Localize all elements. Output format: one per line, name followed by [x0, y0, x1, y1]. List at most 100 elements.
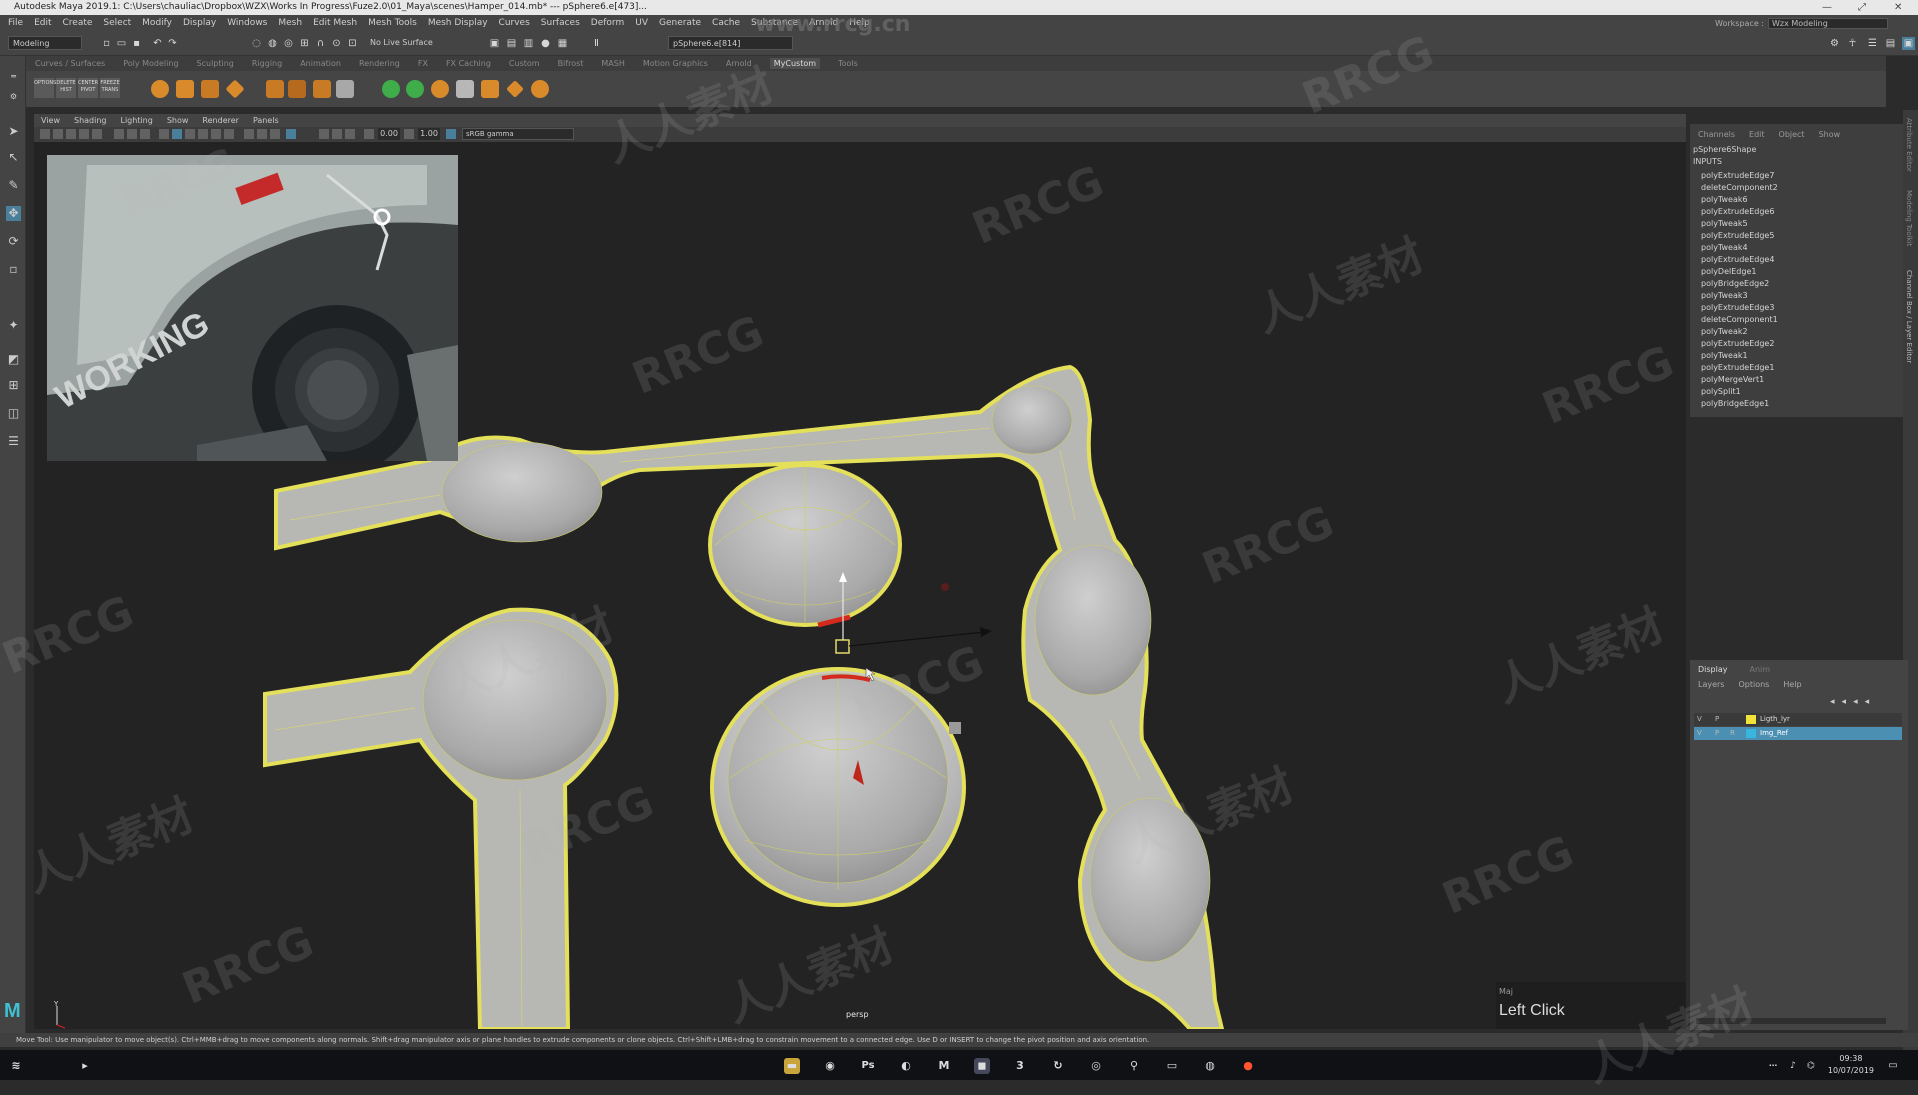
select-by-component-icon[interactable]: ◎	[282, 37, 295, 50]
layer-row[interactable]: V P R Img_Ref	[1694, 727, 1902, 740]
tray-overflow-icon[interactable]: ⋯	[1768, 1058, 1778, 1074]
save-scene-icon[interactable]: ▪	[130, 37, 143, 50]
redo-icon[interactable]: ↷	[166, 37, 179, 50]
collapse-icon[interactable]: ═	[6, 69, 21, 84]
history-node[interactable]: polyExtrudeEdge1	[1701, 362, 1778, 374]
gamma-field[interactable]: 1.00	[418, 128, 440, 140]
volume-icon[interactable]: ♪	[1788, 1058, 1798, 1074]
notification-icon[interactable]: ▭	[1886, 1058, 1900, 1074]
layers-menu[interactable]: Layers	[1698, 680, 1724, 689]
file-explorer-icon[interactable]: ▬	[784, 1058, 800, 1074]
shelf-tab-mycustom[interactable]: MyCustom	[769, 58, 821, 69]
3dsmax-icon[interactable]: 3	[1012, 1058, 1028, 1074]
four-view-icon[interactable]: ⊞	[6, 378, 21, 393]
poly-cube-icon[interactable]	[176, 80, 194, 98]
layer-color-swatch[interactable]	[1746, 715, 1756, 724]
move-layer-up-icon[interactable]: ◂	[1830, 697, 1835, 707]
motion-blur-icon[interactable]	[332, 129, 342, 139]
panel-menu-lighting[interactable]: Lighting	[120, 116, 152, 125]
workspace-selector[interactable]: Workspace : Wzx Modeling	[1715, 18, 1888, 29]
smooth-shade-icon[interactable]	[172, 129, 182, 139]
left-arm-mesh[interactable]	[263, 607, 619, 1029]
backface-culling-icon[interactable]	[286, 129, 296, 139]
substance-icon[interactable]: ◐	[898, 1058, 914, 1074]
menu-surfaces[interactable]: Surfaces	[541, 18, 580, 28]
xray-joints-icon[interactable]	[257, 129, 267, 139]
playback-toggle[interactable]: P	[1715, 713, 1719, 726]
options-menu[interactable]: Options	[1738, 680, 1769, 689]
bookmarks-icon[interactable]	[66, 129, 76, 139]
panel-menu-shading[interactable]: Shading	[74, 116, 107, 125]
move-layer-down-icon[interactable]: ◂	[1842, 697, 1847, 707]
inputs-header[interactable]: INPUTS	[1693, 157, 1722, 166]
close-button[interactable]: ✕	[1894, 0, 1902, 15]
reference-toggle[interactable]: R	[1730, 727, 1735, 740]
history-node[interactable]: polyExtrudeEdge6	[1701, 206, 1778, 218]
panel-menu-view[interactable]: View	[41, 116, 60, 125]
history-node[interactable]: deleteComponent1	[1701, 314, 1778, 326]
rotate-tool-icon[interactable]: ⟳	[6, 234, 21, 249]
menu-uv[interactable]: UV	[635, 18, 648, 28]
recording-icon[interactable]: ●	[1240, 1058, 1256, 1074]
search-app-icon[interactable]: ◍	[1202, 1058, 1218, 1074]
history-node[interactable]: polyTweak5	[1701, 218, 1778, 230]
lower-cup-mesh[interactable]	[710, 667, 966, 907]
shelf-tab-mash[interactable]: MASH	[601, 59, 624, 68]
marmoset-icon[interactable]: ↻	[1050, 1058, 1066, 1074]
menu-display[interactable]: Display	[183, 18, 216, 28]
obs-icon[interactable]: ◎	[1088, 1058, 1104, 1074]
bevel-icon[interactable]	[313, 80, 331, 98]
system-clock[interactable]: 09:38 10/07/2019	[1828, 1053, 1874, 1077]
freeze-transform-button[interactable]: FREEZE TRANS	[100, 78, 120, 98]
select-by-hierarchy-icon[interactable]: ◌	[250, 37, 263, 50]
color-space-dropdown[interactable]: sRGB gamma	[462, 128, 574, 140]
new-layer-selected-icon[interactable]: ◂	[1865, 697, 1870, 707]
menu-generate[interactable]: Generate	[659, 18, 701, 28]
channel-menu-edit[interactable]: Edit	[1749, 130, 1765, 139]
single-perspective-icon[interactable]: ◩	[6, 352, 21, 367]
menu-file[interactable]: File	[8, 18, 23, 28]
shelf-tab-poly-modeling[interactable]: Poly Modeling	[123, 59, 178, 68]
history-node[interactable]: polyExtrudeEdge2	[1701, 338, 1778, 350]
multi-cut-icon[interactable]	[336, 80, 354, 98]
arnold-render-view-icon[interactable]: ▦	[556, 37, 569, 50]
shelf-tab-rigging[interactable]: Rigging	[252, 59, 282, 68]
select-camera-icon[interactable]	[40, 129, 50, 139]
snap-view-plane-icon[interactable]: ⊡	[346, 37, 359, 50]
shelf-tab-custom[interactable]: Custom	[509, 59, 540, 68]
attribute-editor-toggle-icon[interactable]: ☰	[1866, 37, 1879, 50]
grid-toggle-icon[interactable]	[114, 129, 124, 139]
quad-draw-icon[interactable]	[406, 80, 424, 98]
shelf-tab-arnold[interactable]: Arnold	[726, 59, 752, 68]
shelf-tab-motion-graphics[interactable]: Motion Graphics	[643, 59, 708, 68]
layer-name[interactable]: Img_Ref	[1760, 727, 1788, 740]
history-node[interactable]: polyExtrudeEdge5	[1701, 230, 1778, 242]
history-node[interactable]: polyTweak1	[1701, 350, 1778, 362]
film-gate-icon[interactable]	[127, 129, 137, 139]
history-node[interactable]: deleteComponent2	[1701, 182, 1778, 194]
start-menu-icon[interactable]: ≋	[8, 1058, 24, 1074]
shape-node-name[interactable]: pSphere6Shape	[1693, 145, 1756, 154]
render-settings-icon[interactable]: ▥	[522, 37, 535, 50]
poly-plane-icon[interactable]	[225, 79, 245, 99]
history-node[interactable]: polyExtrudeEdge3	[1701, 302, 1778, 314]
history-node[interactable]: polyBridgeEdge1	[1701, 398, 1778, 410]
layer-name[interactable]: Ligth_lyr	[1760, 713, 1790, 726]
minimize-button[interactable]: —	[1822, 0, 1832, 15]
shelf-options-button[interactable]: OPTIONS	[34, 78, 56, 98]
soft-select-icon[interactable]	[531, 80, 549, 98]
history-node[interactable]: polyBridgeEdge2	[1701, 278, 1778, 290]
history-node[interactable]: polyTweak3	[1701, 290, 1778, 302]
shelf-tab-fx[interactable]: FX	[418, 59, 428, 68]
undo-icon[interactable]: ↶	[151, 37, 164, 50]
menu-modify[interactable]: Modify	[142, 18, 172, 28]
hypershade-icon[interactable]: ●	[539, 37, 552, 50]
history-node[interactable]: polyTweak2	[1701, 326, 1778, 338]
last-tool-icon[interactable]: ✦	[6, 318, 21, 333]
image-plane-icon[interactable]	[79, 129, 89, 139]
menu-select[interactable]: Select	[103, 18, 131, 28]
live-surface-field[interactable]: No Live Surface	[366, 36, 448, 50]
menu-cache[interactable]: Cache	[712, 18, 740, 28]
shelf-tab-rendering[interactable]: Rendering	[359, 59, 400, 68]
panel-menu-panels[interactable]: Panels	[253, 116, 279, 125]
